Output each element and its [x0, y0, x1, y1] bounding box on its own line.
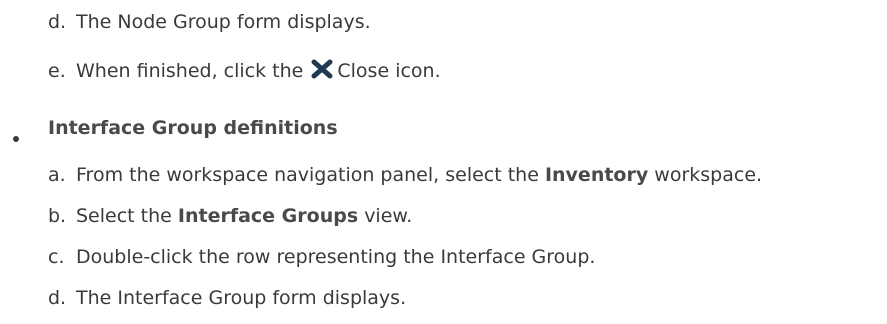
step-text: The Interface Group form displays. — [76, 287, 407, 309]
step-e-close: e. When finished, click the Close icon. — [48, 58, 441, 84]
step-b-interface-groups: b. Select the Interface Groups view. — [48, 203, 412, 229]
step-marker: d. — [48, 11, 67, 33]
step-marker: c. — [48, 246, 65, 268]
step-text: When finished, click the — [76, 60, 304, 82]
step-a-inventory: a. From the workspace navigation panel, s… — [48, 162, 762, 188]
step-marker: b. — [48, 205, 67, 227]
step-d-interface-group: d. The Interface Group form displays. — [48, 285, 406, 311]
step-text: Close icon. — [337, 60, 441, 82]
bullet-dot — [13, 136, 19, 142]
step-d-node-group: d. The Node Group form displays. — [48, 9, 371, 35]
step-marker: d. — [48, 287, 67, 309]
close-icon — [311, 59, 333, 79]
step-text: Double-click the row representing the In… — [76, 246, 596, 268]
step-text: From the workspace navigation panel, sel… — [76, 164, 539, 186]
section-title: Interface Group definitions — [48, 117, 338, 139]
interface-groups-term: Interface Groups — [177, 205, 359, 227]
step-text: Select the — [76, 205, 172, 227]
step-marker: a. — [48, 164, 66, 186]
step-c-double-click: c. Double-click the row representing the … — [48, 244, 595, 270]
inventory-term: Inventory — [544, 164, 649, 186]
step-text: view. — [364, 205, 413, 227]
step-text: The Node Group form displays. — [76, 11, 371, 33]
step-text: workspace. — [654, 164, 763, 186]
step-marker: e. — [48, 60, 66, 82]
